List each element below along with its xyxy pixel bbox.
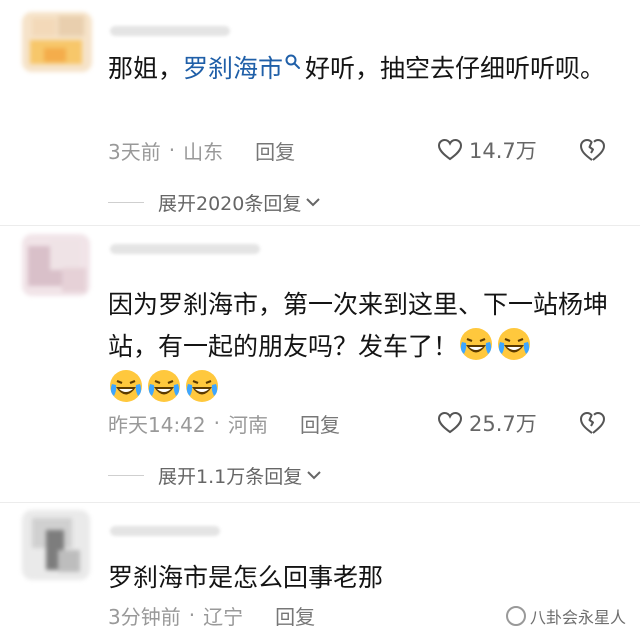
broken-heart-icon: [580, 139, 605, 161]
chevron-down-icon: [307, 471, 321, 480]
chevron-down-icon: [306, 198, 321, 207]
dislike-button[interactable]: [578, 135, 606, 165]
dislike-button[interactable]: [578, 408, 606, 438]
comment-divider: [0, 502, 640, 503]
location: 山东: [183, 139, 224, 164]
search-link[interactable]: 罗刹海市: [183, 54, 305, 83]
reply-button[interactable]: 回复: [255, 136, 295, 165]
like-count: 14.7万: [469, 139, 537, 163]
location: 辽宁: [203, 604, 244, 629]
like-button[interactable]: 14.7万: [437, 135, 537, 165]
laughing-crying-emoji-icon: [460, 328, 493, 360]
avatar[interactable]: [22, 510, 90, 580]
timestamp: 3天前: [108, 139, 161, 164]
laughing-crying-emoji-icon: [186, 370, 218, 402]
timestamp: 3分钟前: [108, 604, 181, 629]
expand-divider: [108, 474, 144, 476]
watermark-logo-icon: [505, 606, 526, 626]
expand-replies-button[interactable]: 展开1.1万条回复: [108, 460, 322, 490]
separator: ·: [188, 603, 196, 627]
laughing-crying-emoji-icon: [110, 370, 142, 402]
expand-label: 展开1.1万条回复: [158, 465, 303, 488]
timestamp: 昨天14:42: [108, 412, 206, 437]
watermark: 八卦会永星人: [505, 604, 626, 628]
comment-divider: [0, 225, 640, 226]
heart-icon: [437, 411, 463, 434]
separator: ·: [168, 138, 176, 162]
reply-button[interactable]: 回复: [275, 601, 315, 630]
like-button[interactable]: 25.7万: [437, 408, 537, 438]
expand-replies-button[interactable]: 展开2020条回复: [108, 187, 321, 217]
avatar[interactable]: [22, 12, 92, 72]
comment-text: 那姐，罗刹海市 好听，抽空去仔细听听呗。: [108, 54, 606, 83]
username[interactable]: [110, 26, 230, 36]
username[interactable]: [110, 526, 220, 536]
broken-heart-icon: [580, 412, 605, 434]
watermark-text: 八卦会永星人: [529, 608, 626, 627]
laughing-crying-emoji-icon: [498, 328, 531, 360]
avatar[interactable]: [22, 234, 90, 296]
username[interactable]: [110, 244, 260, 254]
expand-divider: [108, 201, 144, 203]
separator: ·: [213, 411, 220, 435]
laughing-crying-emoji-icon: [148, 370, 180, 402]
comment-text: 因为罗刹海市，第一次来到这里、下一站杨坤站，有一起的朋友吗？发车了！: [108, 284, 608, 410]
reply-button[interactable]: 回复: [300, 409, 340, 438]
location: 河南: [228, 412, 268, 437]
search-icon: [285, 54, 301, 69]
expand-label: 展开2020条回复: [158, 192, 302, 215]
comment-text: 罗刹海市是怎么回事老那: [108, 563, 384, 592]
like-count: 25.7万: [469, 412, 537, 436]
heart-icon: [437, 138, 463, 161]
